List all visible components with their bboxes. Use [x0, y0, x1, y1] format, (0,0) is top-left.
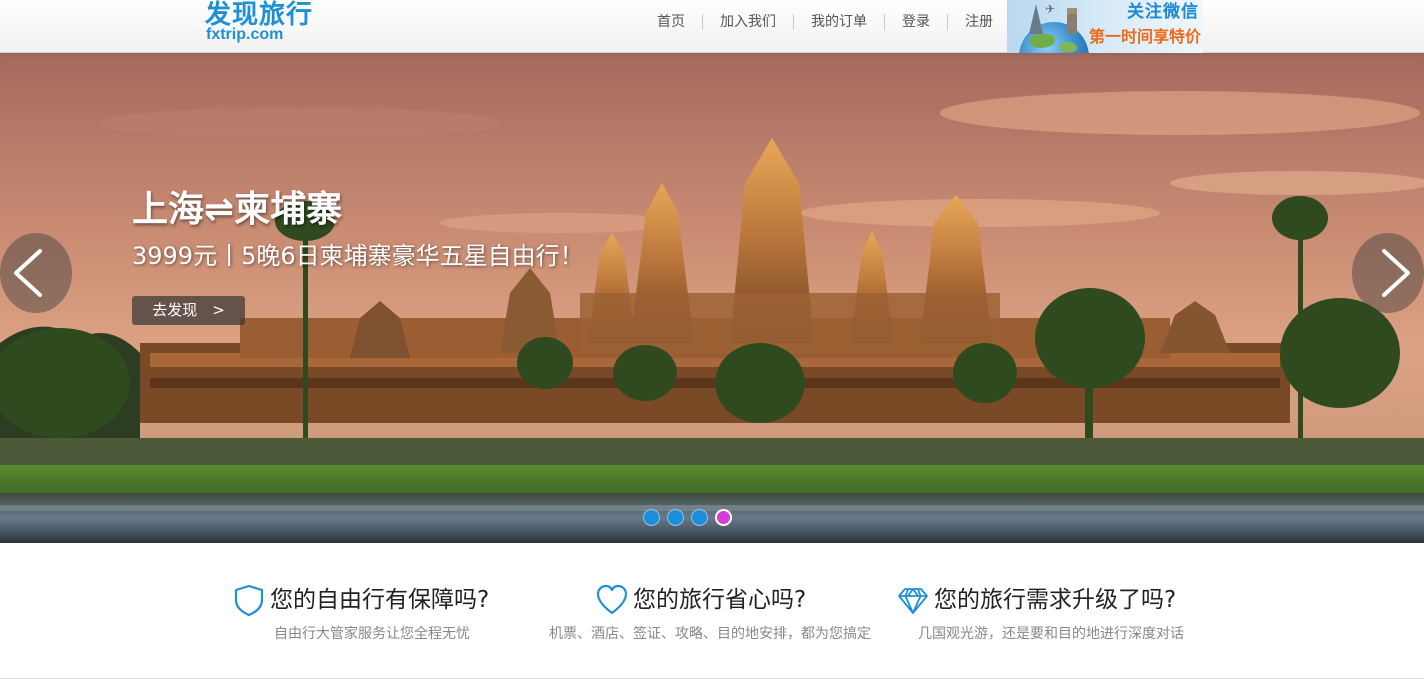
- globe-land-shape: [1059, 42, 1077, 52]
- feature-title: 您的旅行省心吗?: [633, 587, 807, 613]
- feature-description: 机票、酒店、签证、攻略、目的地安排，都为您搞定: [549, 626, 871, 642]
- carousel-next-button[interactable]: [1352, 233, 1424, 313]
- site-header: 发现旅行 fxtrip.com 首页 加入我们 我的订单 登录 注册 ✈ 关注微…: [0, 0, 1424, 53]
- chevron-left-icon: [14, 249, 42, 297]
- carousel-dot[interactable]: [691, 509, 708, 526]
- carousel-prev-button[interactable]: [0, 233, 72, 313]
- carousel-indicators: [643, 509, 739, 526]
- hero-carousel: 上海⇌柬埔寨 3999元丨5晚6日柬埔寨豪华五星自由行！ 去发现 >: [0, 53, 1424, 543]
- airplane-icon: ✈: [1045, 2, 1056, 16]
- features-section: 您的自由行有保障吗? 自由行大管家服务让您全程无忧 您的旅行省心吗? 机票、酒店…: [0, 543, 1424, 680]
- section-divider: [0, 678, 1424, 679]
- nav-home[interactable]: 首页: [640, 14, 702, 30]
- site-logo[interactable]: 发现旅行 fxtrip.com: [205, 0, 335, 48]
- wechat-banner-subtitle: 第一时间享特价: [1088, 27, 1201, 46]
- feature-upgrade: 您的旅行需求升级了吗?: [896, 581, 1226, 661]
- carousel-dot[interactable]: [643, 509, 660, 526]
- nav-my-orders[interactable]: 我的订单: [793, 14, 884, 30]
- chevron-right-icon: [1382, 249, 1410, 297]
- diamond-icon: [898, 588, 928, 614]
- carousel-dot[interactable]: [667, 509, 684, 526]
- shield-icon: [234, 584, 264, 617]
- wechat-banner-title: 关注微信: [1127, 2, 1199, 22]
- feature-guarantee: 您的自由行有保障吗?: [232, 581, 552, 661]
- carousel-dot-active[interactable]: [715, 509, 732, 526]
- hero-subtitle: 3999元丨5晚6日柬埔寨豪华五星自由行！: [132, 242, 584, 270]
- wechat-follow-banner[interactable]: ✈ 关注微信 第一时间享特价: [1007, 0, 1203, 53]
- feature-title: 您的旅行需求升级了吗?: [934, 587, 1177, 613]
- logo-text-en: fxtrip.com: [206, 26, 284, 43]
- landmark-icon: [1067, 8, 1077, 34]
- nav-join-us[interactable]: 加入我们: [702, 14, 793, 30]
- nav-register[interactable]: 注册: [947, 14, 1010, 30]
- main-nav: 首页 加入我们 我的订单 登录 注册: [640, 0, 1010, 44]
- heart-icon: [596, 584, 628, 615]
- feature-description: 自由行大管家服务让您全程无忧: [274, 626, 470, 642]
- feature-description: 几国观光游，还是要和目的地进行深度对话: [918, 626, 1184, 642]
- eiffel-tower-icon: [1029, 4, 1043, 34]
- feature-worry-free: 您的旅行省心吗?: [595, 581, 895, 661]
- discover-button[interactable]: 去发现 >: [132, 296, 245, 325]
- nav-login[interactable]: 登录: [884, 14, 947, 30]
- feature-title: 您的自由行有保障吗?: [270, 587, 490, 613]
- hero-title: 上海⇌柬埔寨: [132, 189, 343, 230]
